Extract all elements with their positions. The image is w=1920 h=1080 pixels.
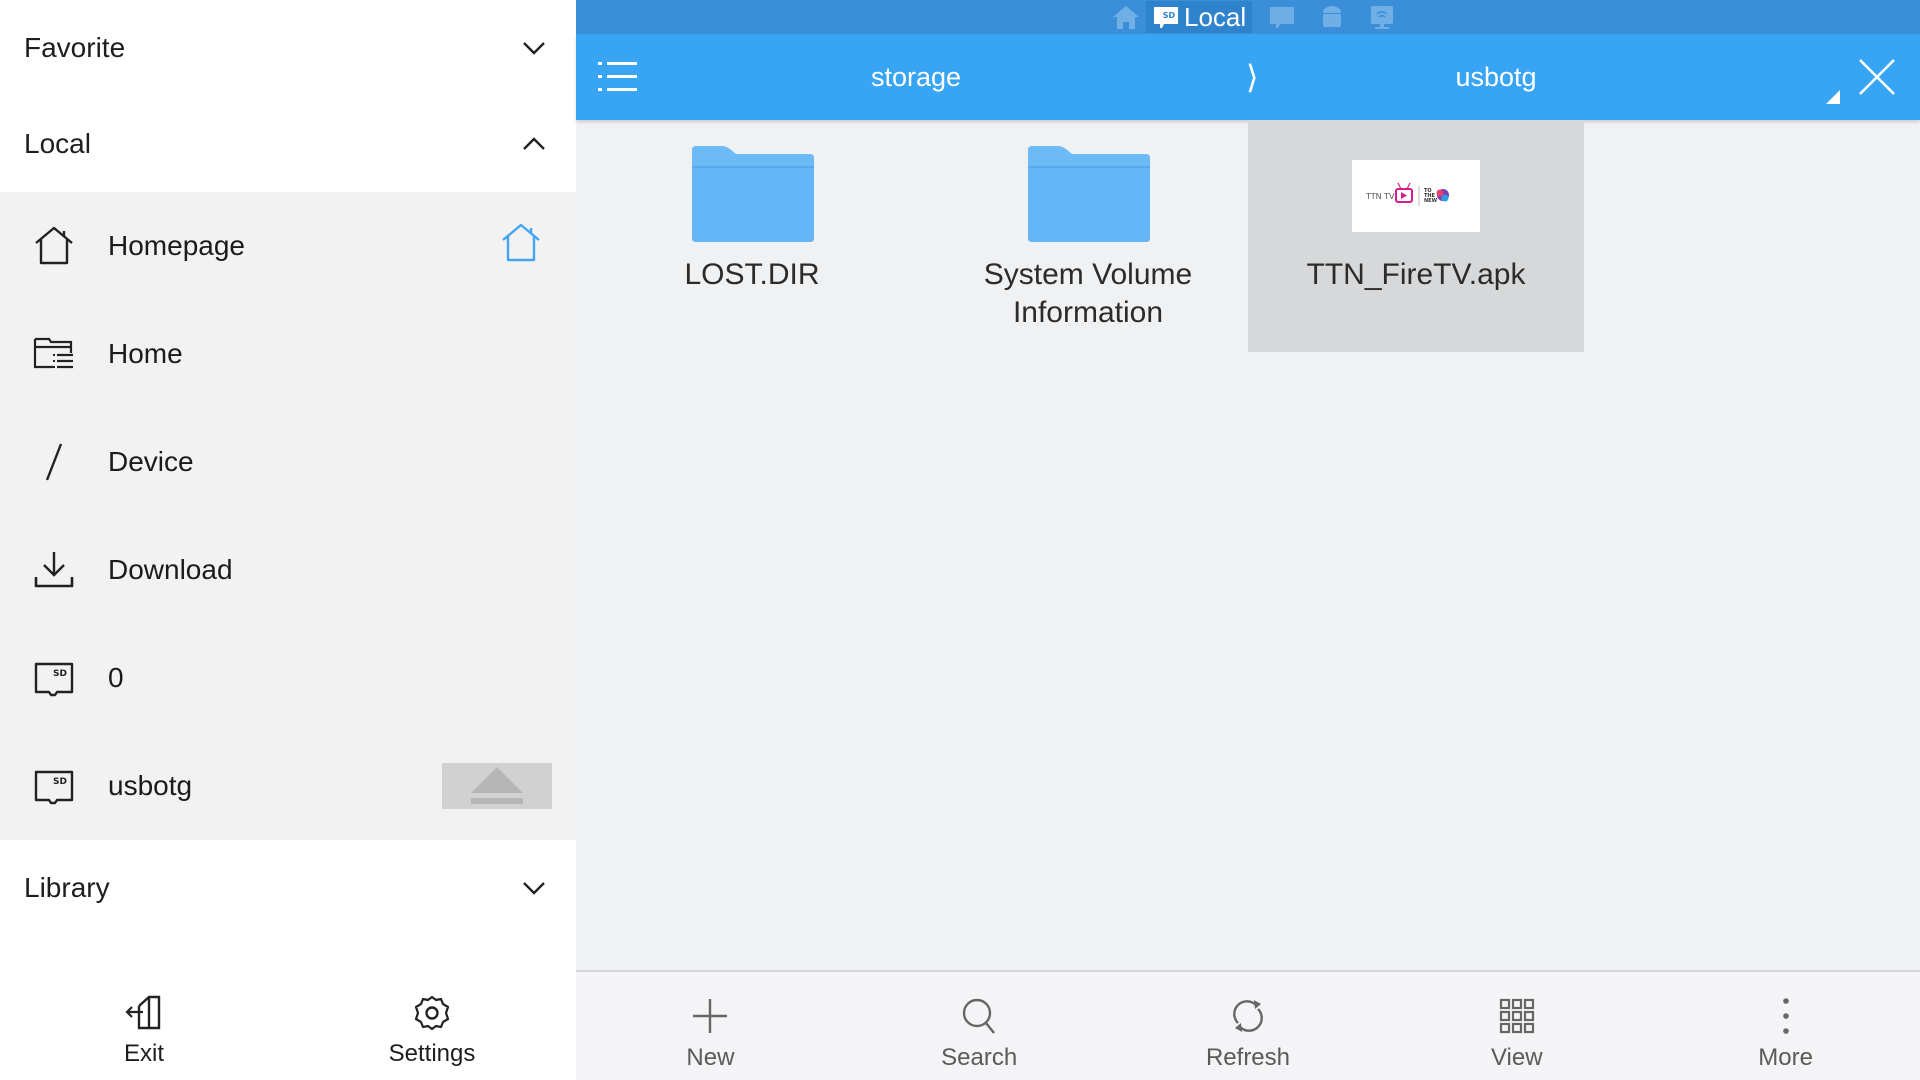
tab-local[interactable]: SD Local xyxy=(1146,1,1253,33)
close-icon[interactable] xyxy=(1856,56,1898,98)
tab-network[interactable] xyxy=(1362,1,1402,33)
file-item-lost-dir[interactable]: LOST.DIR xyxy=(584,120,920,352)
section-favorite[interactable]: Favorite xyxy=(0,0,576,96)
path-dropdown-indicator[interactable] xyxy=(1826,90,1840,104)
chevron-down-icon xyxy=(523,882,545,895)
sidebar-item-usbotg[interactable]: SD usbotg xyxy=(0,732,576,840)
home-icon xyxy=(1113,6,1139,29)
folder-icon xyxy=(688,146,816,242)
grid-view-icon xyxy=(1499,998,1534,1034)
chevron-up-icon xyxy=(523,137,545,150)
eject-button[interactable] xyxy=(442,763,552,809)
bottom-toolbar: New Search Refresh View More xyxy=(576,970,1920,1080)
section-local[interactable]: Local xyxy=(0,96,576,192)
breadcrumb-usbotg[interactable]: usbotg xyxy=(1306,34,1686,120)
search-label: Search xyxy=(941,1044,1018,1071)
sidebar-item-download[interactable]: Download xyxy=(0,516,576,624)
download-icon xyxy=(32,548,76,592)
svg-text:NEW: NEW xyxy=(1424,198,1438,204)
set-homepage-icon[interactable] xyxy=(500,222,544,266)
view-label: View xyxy=(1490,1044,1543,1071)
svg-text:SD: SD xyxy=(53,777,67,787)
slash-icon xyxy=(32,440,76,484)
eject-icon xyxy=(471,767,523,804)
home-icon xyxy=(32,224,76,268)
svg-text:SD: SD xyxy=(1163,11,1176,20)
section-library[interactable]: Library xyxy=(0,840,576,936)
file-name: TTN_FireTV.apk xyxy=(1306,258,1526,291)
gear-icon xyxy=(414,995,450,1031)
exit-icon xyxy=(125,995,161,1030)
search-icon xyxy=(962,998,996,1034)
android-icon xyxy=(1323,6,1342,27)
more-button[interactable]: More xyxy=(1651,972,1920,1080)
settings-label: Settings xyxy=(388,1040,476,1067)
tab-local-label: Local xyxy=(1184,1,1247,32)
breadcrumb-separator: ⟩ xyxy=(1246,59,1259,95)
new-button[interactable]: New xyxy=(576,972,845,1080)
file-grid: LOST.DIR System Volume Information TTN T… xyxy=(576,120,1920,970)
sidebar-item-label: Device xyxy=(108,446,194,477)
sidebar-footer: Exit Settings xyxy=(0,960,576,1080)
network-icon xyxy=(1371,6,1394,29)
sd-card-icon: SD xyxy=(1154,7,1178,28)
chevron-down-icon xyxy=(523,42,545,55)
sidebar-item-label: usbotg xyxy=(108,770,193,801)
ttn-tv-logo-icon: TTN TV TO THE NEW xyxy=(1365,182,1449,206)
svg-text:TTN TV: TTN TV xyxy=(1365,192,1395,201)
window-tab-bar: SD Local xyxy=(576,0,1920,34)
more-vertical-icon xyxy=(1782,998,1789,1034)
section-favorite-label: Favorite xyxy=(24,32,126,63)
path-header: storage ⟩ usbotg xyxy=(576,34,1920,120)
breadcrumb-storage[interactable]: storage xyxy=(706,34,1126,120)
sidebar-item-homepage[interactable]: Homepage xyxy=(0,192,576,300)
sidebar-item-label: Home xyxy=(108,338,183,369)
apk-thumbnail: TTN TV TO THE NEW xyxy=(1352,160,1480,232)
svg-text:SD: SD xyxy=(53,669,67,679)
sidebar-item-device[interactable]: Device xyxy=(0,408,576,516)
tab-apps[interactable] xyxy=(1312,1,1352,33)
sidebar-item-label: Download xyxy=(108,554,233,585)
sd-card-icon: SD xyxy=(32,656,76,700)
section-local-label: Local xyxy=(24,128,91,159)
local-list: Homepage Home Device Download SD 0 SD us… xyxy=(0,192,576,840)
settings-button[interactable]: Settings xyxy=(288,960,576,1080)
exit-label: Exit xyxy=(123,1040,164,1067)
sidebar-item-label: 0 xyxy=(108,662,124,693)
section-library-label: Library xyxy=(24,872,110,903)
folder-list-icon xyxy=(32,332,76,376)
sidebar-item-label: Homepage xyxy=(108,230,245,261)
search-button[interactable]: Search xyxy=(845,972,1114,1080)
sidebar-item-home[interactable]: Home xyxy=(0,300,576,408)
file-name: LOST.DIR xyxy=(684,258,820,291)
refresh-label: Refresh xyxy=(1205,1044,1291,1071)
file-name: System Volume Information xyxy=(983,258,1193,329)
more-label: More xyxy=(1758,1044,1813,1071)
sidebar: Favorite Local Homepage Home Device Down… xyxy=(0,0,576,1080)
file-item-ttn-firetv-apk[interactable]: TTN TV TO THE NEW TTN_FireTV.apk xyxy=(1248,120,1584,352)
plus-icon xyxy=(693,999,728,1033)
folder-icon xyxy=(1024,146,1152,242)
menu-list-icon[interactable] xyxy=(596,56,638,98)
refresh-icon xyxy=(1233,1000,1263,1032)
file-item-system-volume-information[interactable]: System Volume Information xyxy=(920,120,1256,352)
tab-home[interactable] xyxy=(1106,1,1146,33)
refresh-button[interactable]: Refresh xyxy=(1114,972,1383,1080)
tab-sd-card[interactable] xyxy=(1262,1,1302,33)
sd-card-icon xyxy=(1270,7,1295,28)
view-button[interactable]: View xyxy=(1382,972,1651,1080)
sidebar-item-0[interactable]: SD 0 xyxy=(0,624,576,732)
exit-button[interactable]: Exit xyxy=(0,960,288,1080)
new-label: New xyxy=(686,1044,735,1071)
sd-card-icon: SD xyxy=(32,764,76,808)
